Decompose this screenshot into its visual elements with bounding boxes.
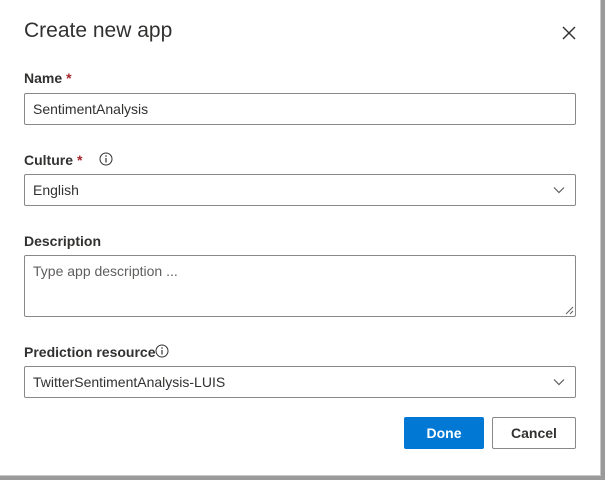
chevron-down-icon: [553, 379, 565, 386]
name-label: Name *: [24, 70, 72, 86]
resize-grip-icon[interactable]: [565, 306, 574, 315]
prediction-resource-selected-value: TwitterSentimentAnalysis-LUIS: [33, 374, 226, 390]
description-label: Description: [24, 233, 102, 249]
close-button[interactable]: [558, 22, 580, 44]
dialog-title: Create new app: [24, 19, 173, 42]
close-icon: [562, 26, 576, 40]
required-mark: *: [66, 70, 72, 86]
culture-label: Culture *: [24, 152, 82, 168]
info-icon[interactable]: [155, 344, 169, 358]
description-textarea[interactable]: [24, 255, 576, 317]
prediction-resource-dropdown[interactable]: TwitterSentimentAnalysis-LUIS: [24, 366, 576, 398]
done-button[interactable]: Done: [404, 417, 484, 449]
create-app-dialog: Create new app Name * SentimentAnalysis C…: [0, 0, 601, 476]
name-input[interactable]: SentimentAnalysis: [24, 93, 576, 125]
culture-dropdown[interactable]: English: [24, 174, 576, 206]
chevron-down-icon: [553, 187, 565, 194]
prediction-resource-label: Prediction resource: [24, 344, 156, 360]
culture-selected-value: English: [33, 182, 79, 198]
name-label-text: Name: [24, 70, 63, 86]
culture-label-text: Culture: [24, 152, 73, 168]
required-mark: *: [77, 152, 83, 168]
info-icon[interactable]: [99, 152, 113, 166]
cancel-button[interactable]: Cancel: [492, 417, 576, 449]
